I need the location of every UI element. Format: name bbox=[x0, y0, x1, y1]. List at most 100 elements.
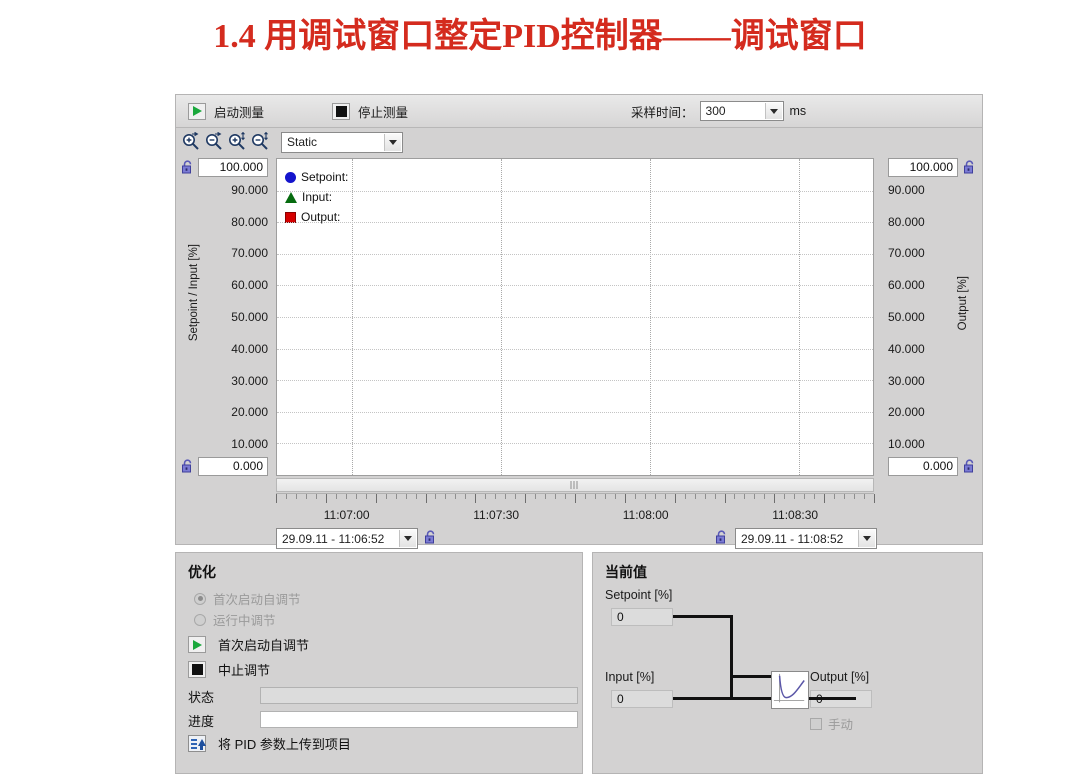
range-end-lock-icon[interactable] bbox=[715, 530, 728, 544]
left-axis-ticks: 90.000 80.000 70.000 60.000 50.000 40.000 30.0… bbox=[198, 156, 268, 476]
left-axis-max-lock-icon[interactable] bbox=[181, 160, 194, 174]
start-tuning-label: 首次启动自调节 bbox=[218, 638, 310, 653]
right-axis-min-lock-icon[interactable] bbox=[963, 459, 976, 473]
right-axis-title: Output [%] bbox=[957, 276, 969, 331]
tuning-panel: 优化 首次启动自调节 运行中调节 首次启动自调节 中止调节 状态 进度 将 PI… bbox=[175, 552, 583, 774]
radio-first-startup-label: 首次启动自调节 bbox=[213, 593, 301, 607]
range-start-select[interactable]: 29.09.11 - 11:06:52 bbox=[276, 528, 418, 549]
setpoint-label: Setpoint [%] bbox=[605, 588, 673, 602]
legend-item-setpoint: Setpoint: bbox=[285, 167, 348, 187]
chart-gridline-horizontal bbox=[277, 253, 873, 255]
chart-zoom-toolbar: Static bbox=[176, 128, 982, 156]
time-ruler-tick bbox=[305, 494, 307, 499]
time-ruler-tick bbox=[565, 494, 567, 499]
time-axis-tick-label: 11:08:30 bbox=[772, 508, 819, 522]
axis-tick-label: 70.000 bbox=[231, 246, 268, 261]
axis-tick-label: 20.000 bbox=[231, 405, 268, 420]
time-ruler-tick bbox=[874, 494, 875, 503]
time-ruler-tick bbox=[325, 494, 327, 503]
time-ruler-tick bbox=[854, 494, 856, 499]
range-start-lock-icon[interactable] bbox=[424, 530, 437, 544]
range-start-value: 29.09.11 - 11:06:52 bbox=[282, 531, 385, 546]
zoom-out-vertical-icon[interactable] bbox=[250, 132, 270, 152]
chart-horizontal-scrollbar[interactable] bbox=[276, 478, 874, 492]
scrollbar-grip[interactable] bbox=[570, 481, 580, 489]
time-ruler-tick bbox=[405, 494, 407, 499]
time-ruler-tick bbox=[465, 494, 467, 499]
chevron-down-icon[interactable] bbox=[384, 133, 401, 151]
range-end-select[interactable]: 29.09.11 - 11:08:52 bbox=[735, 528, 877, 549]
time-ruler-tick bbox=[814, 494, 816, 499]
input-value: 0 bbox=[611, 690, 673, 708]
right-axis-max-lock-icon[interactable] bbox=[963, 160, 976, 174]
axis-tick-label: 40.000 bbox=[231, 341, 268, 356]
time-ruler-tick bbox=[535, 494, 537, 499]
time-ruler-tick bbox=[824, 494, 826, 503]
stop-measurement-button[interactable]: 停止测量 bbox=[328, 100, 412, 122]
radio-first-startup-tuning[interactable]: 首次启动自调节 bbox=[194, 589, 301, 608]
stop-icon bbox=[332, 102, 351, 120]
stop-icon bbox=[188, 661, 206, 678]
time-ruler-tick bbox=[435, 494, 437, 499]
output-marker-icon bbox=[285, 211, 296, 223]
play-icon bbox=[188, 636, 206, 653]
chart-gridline-horizontal bbox=[277, 190, 873, 192]
slide-title: 1.4 用调试窗口整定PID控制器——调试窗口 bbox=[213, 18, 867, 55]
chart-legend: Setpoint: Input: Output: bbox=[285, 167, 348, 227]
axis-tick-label: 20.000 bbox=[888, 405, 925, 420]
chart-gridline-horizontal bbox=[277, 317, 873, 318]
chevron-down-icon[interactable] bbox=[858, 530, 875, 547]
time-ruler-tick bbox=[545, 494, 547, 499]
time-ruler-tick bbox=[525, 494, 527, 503]
sample-time-input[interactable]: 300 bbox=[699, 101, 784, 121]
time-ruler-tick bbox=[724, 494, 726, 503]
axis-tick-label: 90.000 bbox=[888, 182, 925, 197]
legend-item-output: Output: bbox=[285, 207, 348, 227]
zoom-in-horizontal-icon[interactable] bbox=[181, 132, 201, 152]
wire-setpoint-to-block bbox=[730, 675, 772, 678]
axis-tick-label: 80.000 bbox=[231, 214, 268, 229]
checkbox-icon bbox=[810, 717, 822, 730]
radio-icon bbox=[194, 613, 206, 626]
play-icon bbox=[188, 102, 206, 120]
chevron-down-icon[interactable] bbox=[399, 530, 416, 547]
zoom-in-vertical-icon[interactable] bbox=[227, 132, 247, 152]
zoom-out-horizontal-icon[interactable] bbox=[204, 132, 224, 152]
time-ruler-tick bbox=[764, 494, 766, 499]
abort-tuning-button[interactable]: 中止调节 bbox=[188, 660, 270, 679]
wire-setpoint-vertical bbox=[730, 615, 733, 698]
status-label: 状态 bbox=[188, 690, 215, 705]
status-field bbox=[260, 687, 578, 704]
tuning-panel-title: 优化 bbox=[188, 564, 216, 580]
axis-tick-label: 30.000 bbox=[888, 373, 925, 388]
start-measurement-button[interactable]: 启动测量 bbox=[184, 100, 268, 122]
time-ruler-tick bbox=[355, 494, 357, 499]
time-ruler-tick bbox=[664, 494, 666, 499]
time-ruler-tick bbox=[634, 494, 636, 499]
trend-view-panel: 启动测量 停止测量 采样时间： 300 ms Static Setpoint /… bbox=[175, 94, 983, 549]
axis-tick-label: 50.000 bbox=[888, 310, 925, 324]
time-ruler-tick bbox=[794, 494, 796, 499]
time-ruler-tick bbox=[575, 494, 576, 503]
chevron-down-icon[interactable] bbox=[764, 103, 782, 119]
radio-running-tuning[interactable]: 运行中调节 bbox=[194, 610, 276, 629]
start-tuning-button[interactable]: 首次启动自调节 bbox=[188, 635, 309, 654]
time-ruler-tick bbox=[365, 494, 367, 499]
axis-tick-label: 10.000 bbox=[231, 437, 268, 452]
time-ruler-tick bbox=[694, 494, 696, 499]
chart-mode-select[interactable]: Static bbox=[281, 131, 403, 153]
manual-mode-checkbox[interactable]: 手动 bbox=[810, 714, 853, 733]
time-ruler-tick bbox=[784, 494, 786, 499]
legend-label-setpoint: Setpoint: bbox=[301, 170, 349, 184]
time-ruler-tick bbox=[744, 494, 746, 499]
setpoint-value: 0 bbox=[611, 608, 673, 626]
upload-pid-parameters-button[interactable]: 将 PID 参数上传到项目 bbox=[188, 734, 351, 753]
trend-plot[interactable]: Setpoint: Input: Output: bbox=[276, 158, 874, 476]
time-ruler-tick bbox=[495, 494, 497, 499]
legend-label-input: Input: bbox=[302, 190, 333, 204]
wire-block-to-output bbox=[808, 697, 856, 700]
chart-gridline-horizontal bbox=[277, 285, 873, 287]
range-end-value: 29.09.11 - 11:08:52 bbox=[741, 531, 844, 546]
left-axis-min-lock-icon[interactable] bbox=[181, 459, 194, 473]
upload-pid-label: 将 PID 参数上传到项目 bbox=[218, 737, 351, 752]
